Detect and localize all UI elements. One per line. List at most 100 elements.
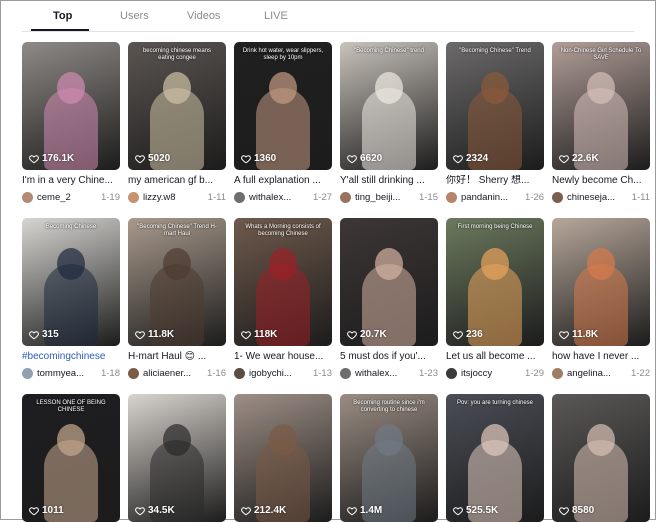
video-caption[interactable]: Newly become Ch... bbox=[552, 175, 650, 187]
video-author-row: ceme_2 1-19 bbox=[22, 192, 120, 203]
video-card[interactable]: "Becoming Chinese" Trend H-mart Haul 11.… bbox=[128, 218, 226, 379]
author-username[interactable]: igobychi... bbox=[249, 368, 292, 379]
video-card[interactable]: 20.7K 5 must dos if you'... withalex... … bbox=[340, 218, 438, 379]
author-username[interactable]: tommyea... bbox=[37, 368, 84, 379]
author-username[interactable]: ceme_2 bbox=[37, 192, 71, 203]
video-thumbnail[interactable]: Becoming routine since i'm converting to… bbox=[340, 394, 438, 522]
heart-outline-icon bbox=[347, 506, 357, 515]
video-card[interactable]: 34.5K bbox=[128, 394, 226, 522]
video-author-row: lizzy.w8 1-11 bbox=[128, 192, 226, 203]
avatar[interactable] bbox=[22, 192, 33, 203]
video-thumbnail[interactable]: 176.1K bbox=[22, 42, 120, 170]
video-card[interactable]: First morning being Chinese 236 Let us a… bbox=[446, 218, 544, 379]
author-username[interactable]: withalex... bbox=[249, 192, 291, 203]
view-count: 1360 bbox=[241, 153, 276, 164]
video-card[interactable]: 11.8K how have I never ... angelina... 1… bbox=[552, 218, 650, 379]
avatar[interactable] bbox=[340, 192, 351, 203]
video-caption[interactable]: I'm in a very Chine... bbox=[22, 175, 120, 187]
video-card[interactable]: 212.4K bbox=[234, 394, 332, 522]
tab-live[interactable]: LIVE bbox=[264, 10, 288, 22]
video-card[interactable]: LESSON ONE OF BEING CHINESE 1011 bbox=[22, 394, 120, 522]
video-caption[interactable]: Let us all become ... bbox=[446, 351, 544, 363]
avatar[interactable] bbox=[446, 368, 457, 379]
video-caption[interactable]: H-mart Haul 😊 ... bbox=[128, 351, 226, 363]
video-thumbnail[interactable]: Whats a Morning consists of becoming Chi… bbox=[234, 218, 332, 346]
heart-outline-icon bbox=[453, 506, 463, 515]
heart-outline-icon bbox=[559, 506, 569, 515]
view-count-value: 525.5K bbox=[466, 505, 499, 516]
video-thumbnail[interactable]: LESSON ONE OF BEING CHINESE 1011 bbox=[22, 394, 120, 522]
post-date: 1-26 bbox=[524, 192, 544, 203]
thumbnail-face bbox=[163, 72, 191, 104]
video-card[interactable]: 8580 bbox=[552, 394, 650, 522]
video-caption[interactable]: A full explanation ... bbox=[234, 175, 332, 187]
video-thumbnail[interactable]: "Becoming Chinese" Trend H-mart Haul 11.… bbox=[128, 218, 226, 346]
video-thumbnail[interactable]: Drink hot water, wear slippers, sleep by… bbox=[234, 42, 332, 170]
post-date: 1-23 bbox=[418, 368, 438, 379]
author-username[interactable]: chineseja... bbox=[567, 192, 615, 203]
view-count-value: 22.6K bbox=[572, 153, 599, 164]
avatar[interactable] bbox=[446, 192, 457, 203]
tab-top[interactable]: Top bbox=[53, 10, 72, 22]
video-card[interactable]: Whats a Morning consists of becoming Chi… bbox=[234, 218, 332, 379]
video-caption[interactable]: 你好！ Sherry 想... bbox=[446, 175, 544, 187]
avatar[interactable] bbox=[552, 192, 563, 203]
video-caption[interactable]: Y'all still drinking ... bbox=[340, 175, 438, 187]
post-date: 1-19 bbox=[100, 192, 120, 203]
video-thumbnail[interactable]: 212.4K bbox=[234, 394, 332, 522]
post-date: 1-29 bbox=[524, 368, 544, 379]
author-username[interactable]: pandanin... bbox=[461, 192, 508, 203]
video-card[interactable]: Non-Chinese Girl Schedule To SAVE 22.6K … bbox=[552, 42, 650, 203]
video-author-row: withalex... 1-23 bbox=[340, 368, 438, 379]
post-date: 1-11 bbox=[207, 192, 226, 203]
author-username[interactable]: withalex... bbox=[355, 368, 397, 379]
avatar[interactable] bbox=[234, 192, 245, 203]
video-card[interactable]: Becoming Chinese 315 #becomingchinese to… bbox=[22, 218, 120, 379]
author-username[interactable]: itsjoccy bbox=[461, 368, 492, 379]
video-caption[interactable]: 1- We wear house... bbox=[234, 351, 332, 363]
author-username[interactable]: aliciaener... bbox=[143, 368, 191, 379]
video-card[interactable]: "Becoming Chinese" Trend 2324 你好！ Sherry… bbox=[446, 42, 544, 203]
video-card[interactable]: Pov: you are turning chinese 525.5K bbox=[446, 394, 544, 522]
thumbnail-face bbox=[269, 72, 297, 104]
video-thumbnail[interactable]: 20.7K bbox=[340, 218, 438, 346]
thumbnail-overlay-text: First morning being Chinese bbox=[457, 224, 533, 230]
video-card[interactable]: Drink hot water, wear slippers, sleep by… bbox=[234, 42, 332, 203]
video-thumbnail[interactable]: 8580 bbox=[552, 394, 650, 522]
author-username[interactable]: angelina... bbox=[567, 368, 611, 379]
avatar[interactable] bbox=[340, 368, 351, 379]
video-thumbnail[interactable]: Becoming Chinese 315 bbox=[22, 218, 120, 346]
view-count-value: 6620 bbox=[360, 153, 383, 164]
video-card[interactable]: "Becoming Chinese" trend 6620 Y'all stil… bbox=[340, 42, 438, 203]
video-thumbnail[interactable]: becoming chinese means eating congee 502… bbox=[128, 42, 226, 170]
video-thumbnail[interactable]: 34.5K bbox=[128, 394, 226, 522]
video-thumbnail[interactable]: Pov: you are turning chinese 525.5K bbox=[446, 394, 544, 522]
video-thumbnail[interactable]: Non-Chinese Girl Schedule To SAVE 22.6K bbox=[552, 42, 650, 170]
video-author-row: chineseja... 1-11 bbox=[552, 192, 650, 203]
view-count-value: 176.1K bbox=[42, 153, 75, 164]
view-count-value: 34.5K bbox=[148, 505, 175, 516]
video-author-row: itsjoccy 1-29 bbox=[446, 368, 544, 379]
avatar[interactable] bbox=[128, 192, 139, 203]
video-card[interactable]: Becoming routine since i'm converting to… bbox=[340, 394, 438, 522]
avatar[interactable] bbox=[234, 368, 245, 379]
tab-users[interactable]: Users bbox=[120, 10, 149, 22]
video-card[interactable]: becoming chinese means eating congee 502… bbox=[128, 42, 226, 203]
thumbnail-face bbox=[163, 424, 191, 456]
video-thumbnail[interactable]: "Becoming Chinese" Trend 2324 bbox=[446, 42, 544, 170]
video-thumbnail[interactable]: First morning being Chinese 236 bbox=[446, 218, 544, 346]
avatar[interactable] bbox=[552, 368, 563, 379]
tab-videos[interactable]: Videos bbox=[187, 10, 220, 22]
video-caption[interactable]: 5 must dos if you'... bbox=[340, 351, 438, 363]
thumbnail-face bbox=[375, 424, 403, 456]
avatar[interactable] bbox=[128, 368, 139, 379]
video-thumbnail[interactable]: 11.8K bbox=[552, 218, 650, 346]
video-thumbnail[interactable]: "Becoming Chinese" trend 6620 bbox=[340, 42, 438, 170]
video-caption[interactable]: how have I never ... bbox=[552, 351, 650, 363]
avatar[interactable] bbox=[22, 368, 33, 379]
video-caption[interactable]: my american gf b... bbox=[128, 175, 226, 187]
video-caption[interactable]: #becomingchinese bbox=[22, 351, 120, 363]
author-username[interactable]: lizzy.w8 bbox=[143, 192, 176, 203]
author-username[interactable]: ting_beiji... bbox=[355, 192, 400, 203]
video-card[interactable]: 176.1K I'm in a very Chine... ceme_2 1-1… bbox=[22, 42, 120, 203]
